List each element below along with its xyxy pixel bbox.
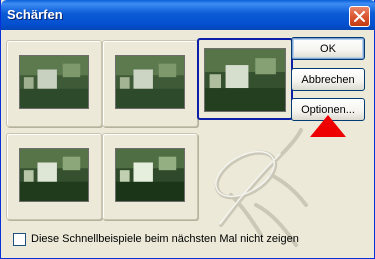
preview-thumbnail-4[interactable] — [6, 133, 102, 220]
preview-image — [115, 55, 185, 109]
title-bar[interactable]: Schärfen — [1, 0, 375, 30]
preview-image — [115, 148, 185, 202]
dont-show-checkbox[interactable] — [13, 233, 26, 246]
cancel-button[interactable]: Abbrechen — [291, 68, 365, 91]
dont-show-checkbox-label[interactable]: Diese Schnellbeispiele beim nächsten Mal… — [31, 233, 299, 245]
preview-thumbnail-1[interactable] — [6, 40, 102, 127]
preview-thumbnail-5[interactable] — [102, 133, 198, 220]
close-button[interactable] — [349, 6, 370, 27]
ok-button[interactable]: OK — [291, 37, 365, 60]
preview-thumbnail-2[interactable] — [102, 40, 198, 127]
preview-image — [19, 148, 89, 202]
preview-thumbnail-3[interactable] — [197, 38, 293, 120]
preview-image — [204, 48, 286, 112]
dialog-window: Schärfen OK Abbrechen Optionen... Diese … — [0, 0, 375, 259]
dialog-title: Schärfen — [7, 7, 63, 22]
preview-image — [19, 55, 89, 109]
close-icon — [354, 11, 365, 22]
